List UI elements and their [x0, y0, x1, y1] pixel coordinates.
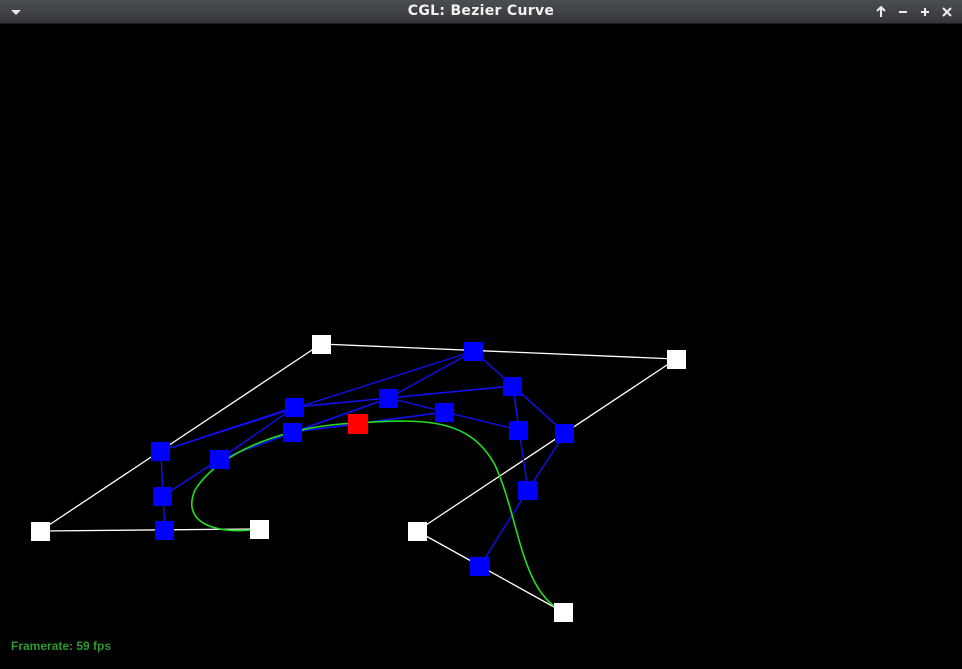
- intermediate-point: [509, 421, 528, 440]
- minimize-icon[interactable]: [894, 3, 912, 21]
- evaluated-curve-point: [348, 414, 368, 434]
- control-point[interactable]: [408, 522, 427, 541]
- intermediate-point: [464, 342, 483, 361]
- intermediate-point: [285, 398, 304, 417]
- intermediate-point: [283, 423, 302, 442]
- render-canvas[interactable]: [0, 24, 962, 665]
- maximize-up-arrow-icon[interactable]: [872, 3, 890, 21]
- intermediate-point: [151, 442, 170, 461]
- control-point[interactable]: [250, 520, 269, 539]
- intermediate-point: [155, 521, 174, 540]
- intermediate-point: [555, 424, 574, 443]
- intermediate-point: [379, 389, 398, 408]
- bezier-scene[interactable]: [0, 24, 962, 665]
- intermediate-point: [153, 487, 172, 506]
- intermediate-point: [210, 450, 229, 469]
- intermediate-point: [470, 557, 489, 576]
- control-polygon-lines: [39, 343, 677, 613]
- intermediate-point: [518, 481, 537, 500]
- control-point[interactable]: [312, 335, 331, 354]
- framerate-label: Framerate: 59 fps: [11, 639, 112, 653]
- control-point[interactable]: [554, 603, 573, 622]
- control-point[interactable]: [667, 350, 686, 369]
- title-bar: CGL: Bezier Curve: [0, 0, 962, 24]
- intermediate-point: [435, 403, 454, 422]
- close-icon[interactable]: [938, 3, 956, 21]
- intermediate-point: [503, 377, 522, 396]
- window-title: CGL: Bezier Curve: [407, 3, 555, 19]
- expand-plus-icon[interactable]: [916, 3, 934, 21]
- control-point[interactable]: [31, 522, 50, 541]
